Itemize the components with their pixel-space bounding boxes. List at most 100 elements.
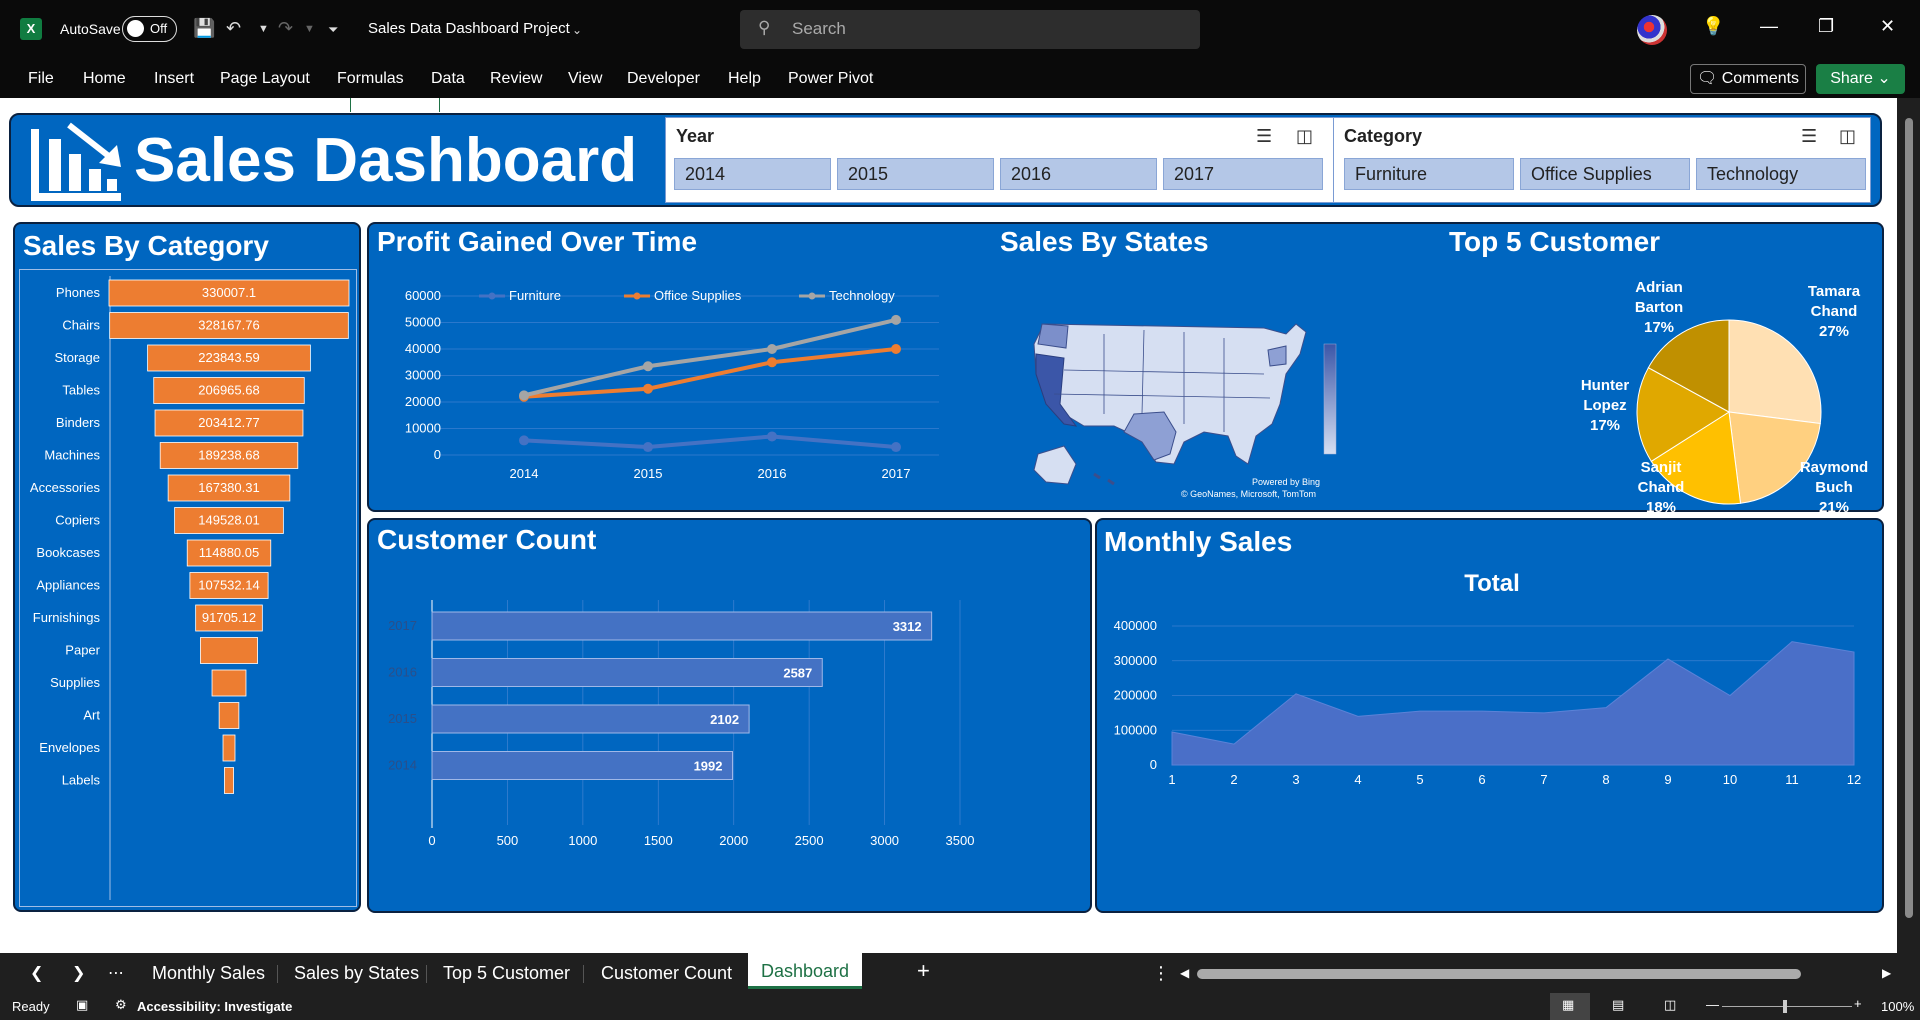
pie-slice xyxy=(1728,411,1821,504)
category-chip-technology[interactable]: Technology xyxy=(1696,158,1866,190)
worksheet-area[interactable]: Sales Dashboard Year ☰ ◫ 2014 2015 2016 … xyxy=(0,98,1920,953)
tab-review[interactable]: Review xyxy=(490,70,542,88)
share-button[interactable]: Share ⌄ xyxy=(1816,64,1905,94)
funnel-category-label: Phones xyxy=(56,285,101,300)
funnel-category-label: Supplies xyxy=(50,675,100,690)
user-avatar[interactable] xyxy=(1637,15,1667,45)
y-tick-label: 60000 xyxy=(405,288,441,303)
year-chip-2017[interactable]: 2017 xyxy=(1163,158,1323,190)
tab-page-layout[interactable]: Page Layout xyxy=(220,70,310,88)
pie-label-first: Adrian xyxy=(1635,279,1683,296)
save-icon[interactable]: 💾 xyxy=(193,18,215,39)
next-sheet-icon[interactable]: ❯ xyxy=(72,963,85,983)
page-break-view-icon[interactable]: ◫ xyxy=(1664,997,1676,1013)
undo-icon[interactable]: ↶ xyxy=(226,18,241,39)
data-point xyxy=(643,383,653,394)
tab-insert[interactable]: Insert xyxy=(154,70,194,88)
x-tick-label: 1 xyxy=(1168,772,1175,787)
sheet-tab-sales-by-states[interactable]: Sales by States xyxy=(294,963,419,984)
category-chip-office-supplies[interactable]: Office Supplies xyxy=(1520,158,1690,190)
more-sheets-icon[interactable]: ⋯ xyxy=(108,963,124,983)
macro-record-icon[interactable]: ▣ xyxy=(76,997,88,1013)
search-box[interactable]: ⚲ Search xyxy=(740,10,1200,49)
data-label: 1992 xyxy=(694,759,723,774)
sheet-tab-monthly-sales[interactable]: Monthly Sales xyxy=(152,963,265,984)
monthly-sales-panel: Monthly Sales Total 0 100000 200000 300000 40… xyxy=(1095,518,1884,913)
map-credit-bing: Powered by Bing xyxy=(1252,477,1321,487)
x-tick-label: 2014 xyxy=(510,466,539,481)
tab-separator xyxy=(426,965,427,983)
restore-icon[interactable]: ❐ xyxy=(1818,16,1834,37)
multi-select-icon[interactable]: ☰ xyxy=(1801,126,1817,147)
document-title[interactable]: Sales Data Dashboard Project xyxy=(368,20,570,37)
tab-help[interactable]: Help xyxy=(728,70,761,88)
minimize-icon[interactable]: — xyxy=(1760,16,1778,37)
legend-label: Technology xyxy=(829,288,895,303)
y-tick-label: 2014 xyxy=(388,758,417,773)
area-chart-title: Total xyxy=(1464,570,1520,597)
comments-button[interactable]: 🗨 Comments xyxy=(1690,64,1806,94)
redo-icon[interactable]: ↷ xyxy=(278,18,293,39)
page-layout-view-icon[interactable]: ▤ xyxy=(1612,997,1624,1013)
multi-select-icon[interactable]: ☰ xyxy=(1256,126,1272,147)
tab-bar-options-icon[interactable]: ⋮ xyxy=(1152,963,1170,984)
category-chip-furniture[interactable]: Furniture xyxy=(1344,158,1514,190)
x-tick-label: 1500 xyxy=(644,833,673,848)
pie-label-first: Sanjit xyxy=(1641,459,1682,476)
doc-title-chevron-icon[interactable]: ⌄ xyxy=(572,23,582,37)
year-chip-2016[interactable]: 2016 xyxy=(1000,158,1157,190)
year-chip-2015[interactable]: 2015 xyxy=(837,158,994,190)
accessibility-status[interactable]: Accessibility: Investigate xyxy=(137,999,292,1014)
add-sheet-icon[interactable]: + xyxy=(917,958,930,984)
horizontal-scroll-thumb[interactable] xyxy=(1197,969,1801,979)
pie-label-first: Raymond xyxy=(1800,459,1868,476)
y-tick-label: 0 xyxy=(434,447,441,462)
zoom-slider-thumb[interactable] xyxy=(1783,1000,1787,1013)
tab-developer[interactable]: Developer xyxy=(627,70,700,88)
y-tick-label: 400000 xyxy=(1114,618,1157,633)
y-tick-label: 200000 xyxy=(1114,688,1157,703)
clear-filter-icon[interactable]: ◫ xyxy=(1296,126,1313,147)
map-credit-geonames: © GeoNames, Microsoft, TomTom xyxy=(1181,489,1316,499)
bar xyxy=(431,751,734,780)
chart-logo-icon xyxy=(31,122,121,201)
series-line xyxy=(523,434,897,450)
customize-toolbar-icon[interactable]: ⏷ xyxy=(328,22,338,38)
us-map xyxy=(1033,323,1337,486)
lightbulb-icon[interactable]: 💡 xyxy=(1702,16,1724,37)
legend-marker xyxy=(488,292,496,300)
vertical-scrollbar[interactable] xyxy=(1897,98,1920,953)
tab-file[interactable]: File xyxy=(28,70,54,88)
redo-dropdown-icon[interactable]: ▼ xyxy=(304,23,315,35)
y-tick-label: 300000 xyxy=(1114,653,1157,668)
autosave-toggle[interactable]: Off xyxy=(122,16,177,42)
prev-sheet-icon[interactable]: ❮ xyxy=(30,963,43,983)
tab-formulas[interactable]: Formulas xyxy=(337,70,404,88)
funnel-category-label: Tables xyxy=(62,383,100,398)
tab-home[interactable]: Home xyxy=(83,70,126,88)
tab-view[interactable]: View xyxy=(568,70,602,88)
scroll-right-icon[interactable]: ▶ xyxy=(1882,966,1891,980)
accessibility-icon[interactable]: ⚙ xyxy=(115,997,127,1013)
tab-power-pivot[interactable]: Power Pivot xyxy=(788,70,873,88)
sheet-tab-dashboard-active[interactable]: Dashboard xyxy=(748,953,862,989)
vertical-scroll-thumb[interactable] xyxy=(1905,118,1913,918)
data-label: 2587 xyxy=(783,666,812,681)
zoom-slider[interactable] xyxy=(1722,1006,1852,1007)
year-chip-2014[interactable]: 2014 xyxy=(674,158,831,190)
funnel-category-label: Envelopes xyxy=(39,740,100,755)
clear-filter-icon[interactable]: ◫ xyxy=(1839,126,1856,147)
tab-data[interactable]: Data xyxy=(431,70,465,88)
zoom-out-icon[interactable]: — xyxy=(1706,997,1719,1012)
undo-dropdown-icon[interactable]: ▼ xyxy=(258,23,269,35)
x-tick-label: 500 xyxy=(497,833,519,848)
sheet-tab-customer-count[interactable]: Customer Count xyxy=(601,963,732,984)
scroll-left-icon[interactable]: ◀ xyxy=(1180,966,1189,980)
sheet-tab-top5-customer[interactable]: Top 5 Customer xyxy=(443,963,570,984)
normal-view-button[interactable]: ▦ xyxy=(1550,993,1590,1020)
zoom-in-icon[interactable]: + xyxy=(1854,996,1862,1011)
zoom-level[interactable]: 100% xyxy=(1881,999,1914,1014)
y-tick-label: 2017 xyxy=(388,618,417,633)
top5-pie-chart: Tamara Chand 27% Raymond Buch 21% Sanjit Chand 1… xyxy=(1581,279,1868,514)
close-icon[interactable]: ✕ xyxy=(1880,16,1895,37)
